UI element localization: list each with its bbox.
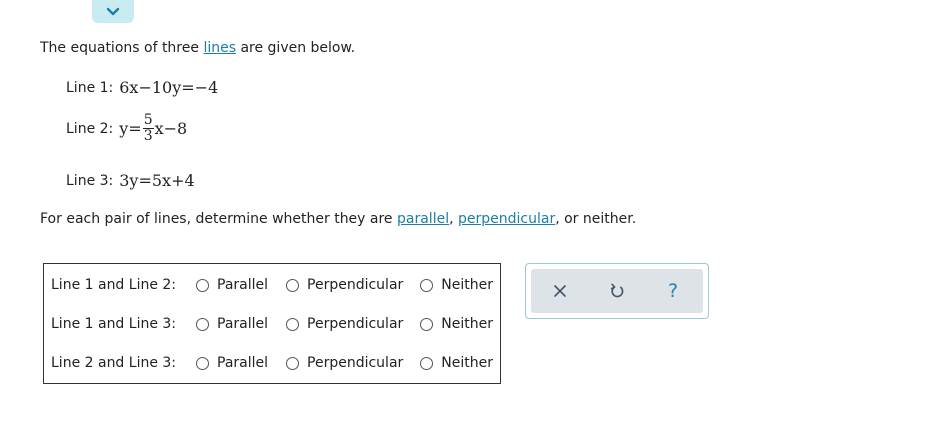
intro-text: The equations of three lines are given b… [40, 40, 355, 56]
pair-label: Line 1 and Line 3: [51, 316, 177, 332]
radio-parallel[interactable]: Parallel [196, 355, 268, 371]
radio-circle[interactable] [286, 278, 300, 292]
undo-icon [610, 283, 624, 298]
radio-perpendicular[interactable]: Perpendicular [286, 355, 403, 371]
equation-suffix: x−8 [154, 119, 188, 138]
pair-row: Line 2 and Line 3: Parallel Perpendicula… [51, 353, 493, 373]
equation-math: 6x−10y=−4 [119, 78, 219, 97]
radio-circle[interactable] [420, 278, 434, 292]
question-text-end: , or neither. [555, 211, 637, 227]
equation-label: Line 3: [66, 172, 114, 189]
option-label: Neither [441, 355, 493, 371]
radio-parallel[interactable]: Parallel [196, 277, 268, 293]
intro-text-end: are given below. [236, 40, 356, 56]
equation-label: Line 1: [66, 79, 114, 96]
option-label: Perpendicular [307, 316, 404, 332]
equation-label: Line 2: [66, 120, 114, 137]
collapse-button[interactable] [92, 0, 134, 23]
answer-tools: ? [525, 263, 709, 319]
lines-link[interactable]: lines [203, 40, 236, 56]
question-text: For each pair of lines, determine whethe… [40, 211, 636, 227]
option-label: Parallel [217, 355, 269, 371]
close-icon [554, 285, 566, 297]
option-label: Perpendicular [307, 355, 404, 371]
pairs-answer-table: Line 1 and Line 2: Parallel Perpendicula… [43, 263, 501, 384]
pair-row: Line 1 and Line 2: Parallel Perpendicula… [51, 275, 493, 295]
radio-parallel[interactable]: Parallel [196, 316, 268, 332]
parallel-link[interactable]: parallel [397, 211, 449, 227]
radio-circle[interactable] [420, 317, 434, 331]
radio-neither[interactable]: Neither [420, 277, 493, 293]
radio-neither[interactable]: Neither [420, 316, 493, 332]
radio-circle[interactable] [196, 356, 209, 370]
radio-circle[interactable] [420, 356, 434, 370]
question-text-start: For each pair of lines, determine whethe… [40, 211, 397, 227]
radio-circle[interactable] [196, 278, 209, 292]
pair-label: Line 2 and Line 3: [51, 355, 177, 371]
equation-line-3: Line 3: 3y=5x+4 [66, 171, 195, 190]
option-label: Parallel [217, 316, 269, 332]
radio-perpendicular[interactable]: Perpendicular [286, 316, 403, 332]
option-label: Perpendicular [307, 277, 404, 293]
fraction: 5 3 [142, 112, 154, 144]
question-comma: , [449, 211, 458, 227]
radio-neither[interactable]: Neither [420, 355, 493, 371]
chevron-down-icon [106, 7, 120, 15]
perpendicular-link[interactable]: perpendicular [458, 211, 555, 227]
radio-circle[interactable] [286, 317, 300, 331]
help-button[interactable]: ? [653, 269, 693, 313]
option-label: Neither [441, 277, 493, 293]
fraction-numerator: 5 [143, 112, 153, 128]
equation-math: 3y=5x+4 [119, 171, 195, 190]
equation-line-2: Line 2: y= 5 3 x−8 [66, 113, 187, 144]
answer-tools-bar: ? [531, 269, 703, 313]
pair-row: Line 1 and Line 3: Parallel Perpendicula… [51, 314, 493, 334]
help-icon: ? [667, 280, 679, 302]
option-label: Parallel [217, 277, 269, 293]
radio-perpendicular[interactable]: Perpendicular [286, 277, 403, 293]
radio-circle[interactable] [286, 356, 300, 370]
pair-label: Line 1 and Line 2: [51, 277, 177, 293]
clear-button[interactable] [540, 269, 580, 313]
option-label: Neither [441, 316, 493, 332]
fraction-denominator: 3 [143, 128, 153, 144]
intro-text-start: The equations of three [40, 40, 204, 56]
undo-button[interactable] [597, 269, 637, 313]
equation-line-1: Line 1: 6x−10y=−4 [66, 78, 218, 97]
radio-circle[interactable] [196, 317, 209, 331]
equation-prefix: y= [119, 119, 142, 138]
